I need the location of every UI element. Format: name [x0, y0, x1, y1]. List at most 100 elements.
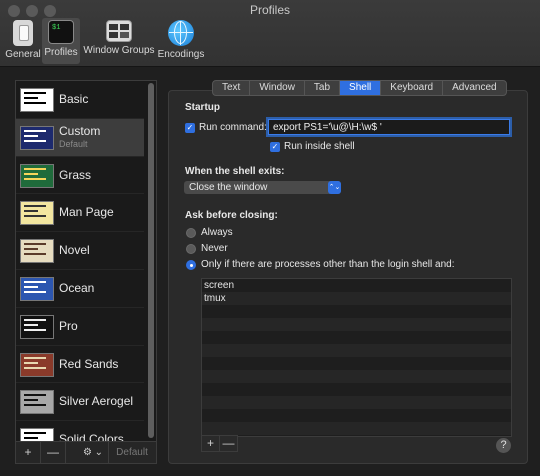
toolbar-window-groups[interactable]: Window Groups [82, 18, 156, 64]
profile-default-note: Default [59, 138, 88, 149]
profile-name: Novel [59, 243, 90, 258]
thumbnail-text-line [24, 205, 46, 208]
thumbnail-text-line [24, 437, 38, 440]
toolbar-encodings[interactable]: Encodings [156, 18, 206, 64]
thumbnail-text-line [24, 356, 46, 359]
settings-tabs: Text Window Tab Shell Keyboard Advanced [212, 80, 507, 96]
thumbnail-text-line [24, 97, 38, 99]
profile-thumbnail [20, 276, 54, 301]
profile-actions-gear-button[interactable]: ⚙ ⌄ [78, 442, 109, 463]
thumbnail-text-line [24, 102, 46, 104]
ask-processes-radio[interactable] [186, 260, 196, 270]
thumbnail-text-line [24, 280, 46, 283]
profile-name: Grass [59, 167, 92, 182]
toolbar-general[interactable]: General [4, 18, 42, 64]
profile-item[interactable]: Custom Default [16, 118, 144, 157]
toolbar-encodings-label: Encodings [157, 49, 205, 60]
profile-item[interactable]: Novel [16, 232, 144, 270]
remove-process-button[interactable]: — [220, 436, 237, 451]
profile-item[interactable]: Man Page [16, 194, 144, 233]
process-row[interactable]: screen [202, 279, 511, 292]
add-profile-button[interactable]: + [16, 442, 41, 463]
process-list[interactable]: screen tmux [201, 278, 512, 437]
thumbnail-text-line [24, 404, 46, 407]
profile-name: Man Page [59, 205, 114, 220]
globe-icon [168, 20, 194, 46]
process-row-empty [202, 357, 511, 370]
profile-name: Pro [59, 318, 78, 333]
profile-item[interactable]: Pro [16, 308, 144, 346]
thumbnail-text-line [24, 210, 38, 213]
process-list-buttons: + — [201, 435, 238, 452]
process-row-empty [202, 409, 511, 422]
profile-item[interactable]: Grass [16, 157, 144, 195]
profile-item[interactable]: Ocean [16, 270, 144, 308]
tab-shell[interactable]: Shell [340, 81, 382, 95]
thumbnail-text-line [24, 285, 38, 288]
profiles-list: Basic Custom Default Grass Man Page Novel Ocea… [16, 81, 144, 442]
tab-keyboard[interactable]: Keyboard [381, 81, 444, 95]
terminal-icon: $1 [48, 20, 74, 44]
chevron-up-down-icon: ⌃⌄ [328, 181, 341, 194]
thumbnail-text-line [24, 139, 46, 142]
thumbnail-text-line [24, 399, 38, 402]
ask-never-label: Never [201, 243, 228, 254]
process-row-empty [202, 396, 511, 409]
profile-name: Basic [59, 92, 89, 106]
ask-never-radio[interactable] [186, 244, 196, 254]
tab-advanced[interactable]: Advanced [443, 81, 505, 95]
process-row-empty [202, 383, 511, 396]
profiles-scrollbar[interactable] [148, 83, 154, 438]
profile-item[interactable]: Red Sands [16, 346, 144, 384]
profile-thumbnail [20, 201, 54, 226]
run-command-checkbox[interactable]: ✓ [185, 123, 195, 133]
remove-profile-button[interactable]: — [41, 442, 66, 463]
help-button[interactable]: ? [496, 438, 511, 453]
ask-closing-heading: Ask before closing: [185, 210, 278, 221]
ask-always-radio[interactable] [186, 228, 196, 238]
toolbar-general-label: General [5, 49, 41, 60]
thumbnail-text-line [24, 177, 46, 180]
process-row-empty [202, 318, 511, 331]
tab-window[interactable]: Window [250, 81, 305, 95]
profile-item[interactable]: Solid Colors [16, 421, 144, 442]
thumbnail-text-line [24, 243, 46, 246]
thumbnail-text-line [24, 366, 46, 369]
default-profile-button[interactable]: Default [108, 442, 156, 463]
profile-thumbnail [20, 352, 54, 377]
add-process-button[interactable]: + [202, 436, 220, 451]
tab-text[interactable]: Text [213, 81, 251, 95]
thumbnail-text-line [24, 328, 46, 331]
thumbnail-text-line [24, 432, 46, 435]
run-inside-shell-label: Run inside shell [284, 141, 355, 152]
thumbnail-text-line [24, 290, 46, 293]
thumbnail-text-line [24, 394, 46, 397]
profile-name: Silver Aerogel [59, 394, 134, 409]
thumbnail-text-line [24, 92, 46, 94]
run-inside-shell-checkbox[interactable]: ✓ [270, 142, 280, 152]
toolbar-profiles-label: Profiles [44, 47, 78, 58]
profile-item[interactable]: Basic [16, 81, 144, 119]
profile-name: Red Sands [59, 356, 119, 371]
shell-exit-select[interactable]: Close the window ⌃⌄ [184, 181, 341, 194]
profile-item[interactable]: Silver Aerogel [16, 383, 144, 422]
toolbar-profiles[interactable]: $1 Profiles [42, 18, 80, 64]
shell-exit-heading: When the shell exits: [185, 166, 285, 177]
shell-exit-selected-value: Close the window [189, 182, 268, 193]
profile-thumbnail [20, 390, 54, 415]
sidebar-button-bar: + — ⚙ ⌄ Default [16, 441, 156, 463]
process-row-empty [202, 344, 511, 357]
thumbnail-text-line [24, 167, 46, 170]
thumbnail-text-line [24, 318, 46, 321]
run-command-input[interactable]: export PS1='\u@\H:\w$ ' [268, 119, 510, 135]
process-row-empty [202, 331, 511, 344]
thumbnail-text-line [24, 129, 46, 132]
window-title: Profiles [249, 3, 290, 17]
thumbnail-text-line [24, 323, 38, 326]
tab-tab[interactable]: Tab [305, 81, 341, 95]
thumbnail-text-line [24, 172, 38, 175]
process-row[interactable]: tmux [202, 292, 511, 305]
profile-thumbnail [20, 88, 54, 112]
thumbnail-text-line [24, 215, 46, 218]
toolbar-window-groups-label: Window Groups [83, 45, 155, 56]
